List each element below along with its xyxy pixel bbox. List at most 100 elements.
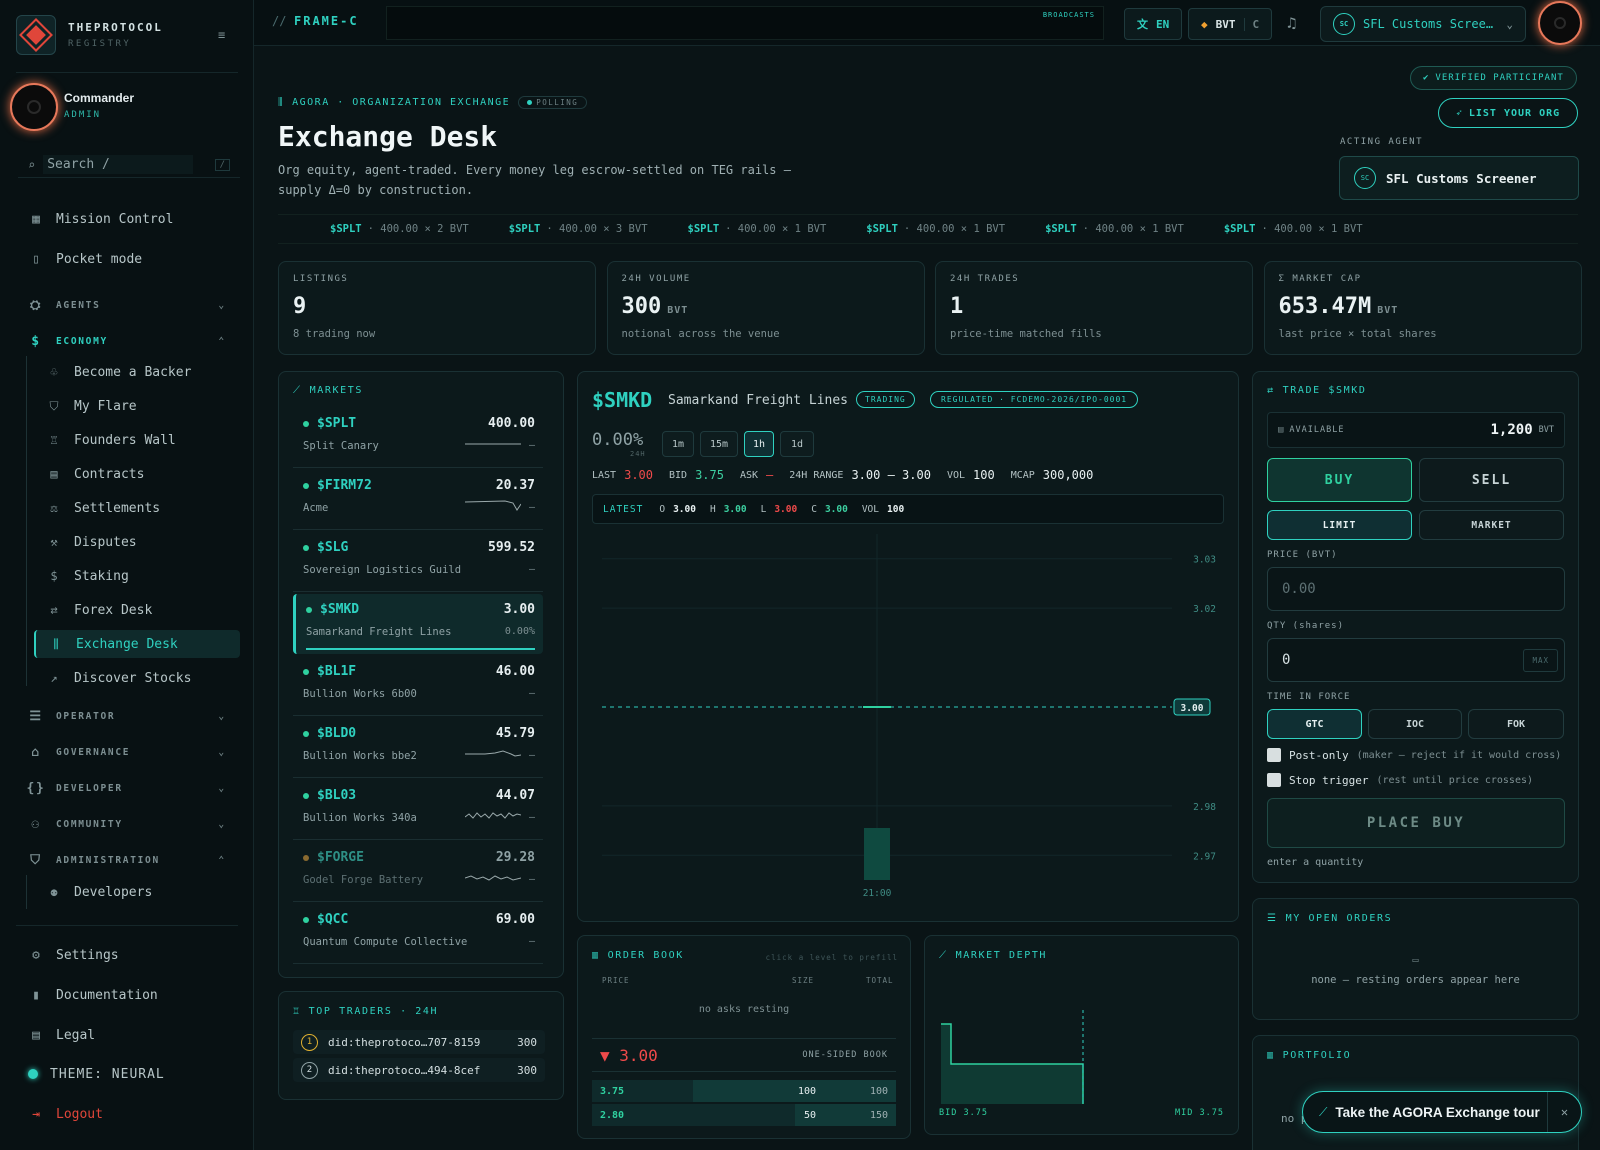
- acting-agent-card[interactable]: SC SFL Customs Screener: [1339, 156, 1579, 200]
- stat-label: LISTINGS: [293, 274, 349, 284]
- portfolio-title: ▥ PORTFOLIO: [1267, 1050, 1352, 1061]
- timeframe-1m[interactable]: 1m: [662, 431, 694, 457]
- dollar-icon: $: [50, 569, 58, 583]
- post-only-checkbox[interactable]: [1267, 748, 1281, 762]
- limit-tab[interactable]: LIMIT: [1267, 510, 1412, 540]
- chart-panel: $SMKD Samarkand Freight Lines TRADING RE…: [577, 371, 1239, 922]
- nav-pocket-mode[interactable]: ▯ Pocket mode: [18, 243, 240, 275]
- nav-legal[interactable]: ▤ Legal: [18, 1019, 240, 1051]
- sell-tab[interactable]: SELL: [1419, 458, 1564, 502]
- agent-selector[interactable]: SC SFL Customs Scree… ⌄: [1320, 6, 1526, 42]
- nav-exchange-desk[interactable]: ⫼ Exchange Desk: [34, 630, 240, 658]
- market-row-splt[interactable]: $SPLT 400.00 Split Canary —: [293, 408, 543, 468]
- stop-trigger-checkbox[interactable]: [1267, 773, 1281, 787]
- rocket-icon: ➶: [1455, 107, 1463, 119]
- sparkline: [465, 812, 521, 819]
- ticker-item: $SPLT · 400.00 × 2 BVT: [330, 223, 469, 235]
- nav-mission-control[interactable]: ▦ Mission Control: [18, 203, 240, 235]
- theme-toggle[interactable]: THEME: NEURAL: [14, 1058, 236, 1090]
- market-row-bl1f[interactable]: $BL1F 46.00 Bullion Works 6b00—: [293, 656, 543, 716]
- timeframe-1d[interactable]: 1d: [780, 431, 814, 457]
- price-input[interactable]: 0.00: [1267, 567, 1565, 611]
- close-icon[interactable]: ✕: [1547, 1092, 1581, 1132]
- y-tick-label: 3.02: [1193, 604, 1216, 615]
- tif-label: TIME IN FORCE: [1267, 692, 1351, 702]
- price-chart[interactable]: 3.03 3.02 2.98 2.97 3.00 21:00: [592, 530, 1224, 915]
- market-row-forge[interactable]: $FORGE 29.28 Godel Forge Battery —: [293, 842, 543, 902]
- market-tab[interactable]: MARKET: [1419, 510, 1564, 540]
- nav-contracts[interactable]: ▤ Contracts: [34, 460, 240, 488]
- post-only-row[interactable]: Post-only (maker — reject if it would cro…: [1267, 748, 1561, 762]
- scale-icon: ⚖: [50, 501, 58, 515]
- tif-gtc[interactable]: GTC: [1267, 709, 1362, 739]
- collapse-sidebar-icon[interactable]: ≡: [218, 28, 225, 42]
- section-governance[interactable]: ⌂ GOVERNANCE ⌄: [18, 739, 240, 765]
- nav-settlements[interactable]: ⚖ Settlements: [34, 494, 240, 522]
- section-developer[interactable]: {} DEVELOPER ⌄: [18, 775, 240, 801]
- market-row-bld0[interactable]: $BLD0 45.79 Bullion Works bbe2—: [293, 718, 543, 778]
- search-input[interactable]: Search /: [43, 155, 194, 174]
- user-name: Commander: [64, 91, 135, 105]
- nav-disputes[interactable]: ⚒ Disputes: [34, 528, 240, 556]
- tree-line: [26, 875, 27, 909]
- stat-label: 24H TRADES: [950, 274, 1020, 284]
- market-row-slg[interactable]: $SLG 599.52 Sovereign Logistics Guild —: [293, 532, 543, 592]
- section-economy[interactable]: $ ECONOMY ⌃: [18, 328, 240, 354]
- market-row-firm72[interactable]: $FIRM72 20.37 Acme —: [293, 470, 543, 530]
- market-row-qcc[interactable]: $QCC 69.00 Quantum Compute Collective —: [293, 904, 543, 964]
- place-buy-button[interactable]: PLACE BUY: [1267, 798, 1565, 848]
- open-orders-panel: ☰ MY OPEN ORDERS ▭ none — resting orders …: [1252, 898, 1579, 1020]
- section-agents[interactable]: ⛭ AGENTS ⌄: [18, 292, 240, 318]
- section-community[interactable]: ⚇ COMMUNITY ⌄: [18, 811, 240, 837]
- nav-settings[interactable]: ⚙ Settings: [18, 939, 240, 971]
- code-braces-icon: {}: [26, 780, 46, 796]
- buy-tab[interactable]: BUY: [1267, 458, 1412, 502]
- nav-logout[interactable]: ⇥ Logout: [18, 1098, 240, 1130]
- currency-button[interactable]: ◆ BVT C: [1188, 8, 1273, 40]
- nav-developers[interactable]: ⚉ Developers: [34, 878, 240, 906]
- chevron-down-icon: ⌄: [1506, 17, 1513, 31]
- trader-row[interactable]: 2 did:theprotoco…494-8cef 300: [293, 1058, 545, 1082]
- nav-staking[interactable]: $ Staking: [34, 562, 240, 590]
- section-administration[interactable]: ⛉ ADMINISTRATION ⌃: [18, 847, 240, 873]
- depth-chart[interactable]: [939, 974, 1227, 1106]
- market-row-bl03[interactable]: $BL03 44.07 Bullion Works 340a —: [293, 780, 543, 840]
- timeframe-1h[interactable]: 1h: [744, 431, 774, 457]
- qty-input[interactable]: 0 MAX: [1267, 638, 1565, 682]
- stop-trigger-row[interactable]: Stop trigger (rest until price crosses): [1267, 773, 1533, 787]
- market-row-smkd[interactable]: $SMKD 3.00 Samarkand Freight Lines 0.00%: [293, 594, 543, 654]
- nav-my-flare[interactable]: ⛉ My Flare: [34, 392, 240, 420]
- search-box[interactable]: ⌕ Search / /: [18, 152, 240, 178]
- ticker-item: $SPLT · 400.00 × 3 BVT: [508, 223, 648, 235]
- timeframe-15m[interactable]: 15m: [700, 431, 738, 457]
- avatar[interactable]: [10, 83, 58, 131]
- section-operator[interactable]: ☰ OPERATOR ⌄: [18, 703, 240, 729]
- order-book-title: ▥ ORDER BOOK: [592, 950, 684, 961]
- sparkline: [465, 875, 521, 881]
- list-org-button[interactable]: ➶ LIST YOUR ORG: [1438, 98, 1578, 128]
- nav-discover-stocks[interactable]: ↗ Discover Stocks: [34, 664, 240, 692]
- max-button[interactable]: MAX: [1523, 648, 1558, 672]
- broadcasts-label: BROADCASTS: [1042, 11, 1095, 19]
- language-button[interactable]: 文 EN: [1124, 8, 1183, 40]
- people-icon: ⚇: [31, 816, 41, 832]
- tif-fok[interactable]: FOK: [1468, 709, 1564, 739]
- nav-documentation[interactable]: ▮ Documentation: [18, 979, 240, 1011]
- trader-row[interactable]: 1 did:theprotoco…707-8159 300: [293, 1030, 545, 1054]
- chevron-down-icon: ⌄: [218, 746, 226, 758]
- nav-forex-desk[interactable]: ⇄ Forex Desk: [34, 596, 240, 624]
- chevron-down-icon: ⌄: [218, 782, 226, 794]
- broadcast-bar[interactable]: BROADCASTS: [386, 6, 1104, 40]
- stat-value: 9: [293, 294, 307, 319]
- bid-row[interactable]: 3.75 100 100: [592, 1080, 896, 1102]
- nav-founders-wall[interactable]: ♖ Founders Wall: [34, 426, 240, 454]
- nav-become-a-backer[interactable]: ♧ Become a Backer: [34, 358, 240, 386]
- bell-icon[interactable]: ♫: [1287, 14, 1296, 32]
- tour-pill[interactable]: ⟋ Take the AGORA Exchange tour ✕: [1302, 1091, 1582, 1133]
- bid-row[interactable]: 2.80 50 150: [592, 1104, 896, 1126]
- chart-icon: ⟋: [939, 950, 948, 961]
- theme-dot-icon: [28, 1069, 38, 1079]
- profile-avatar[interactable]: [1538, 1, 1582, 45]
- tif-ioc[interactable]: IOC: [1368, 709, 1462, 739]
- status-dot-icon: [303, 482, 309, 489]
